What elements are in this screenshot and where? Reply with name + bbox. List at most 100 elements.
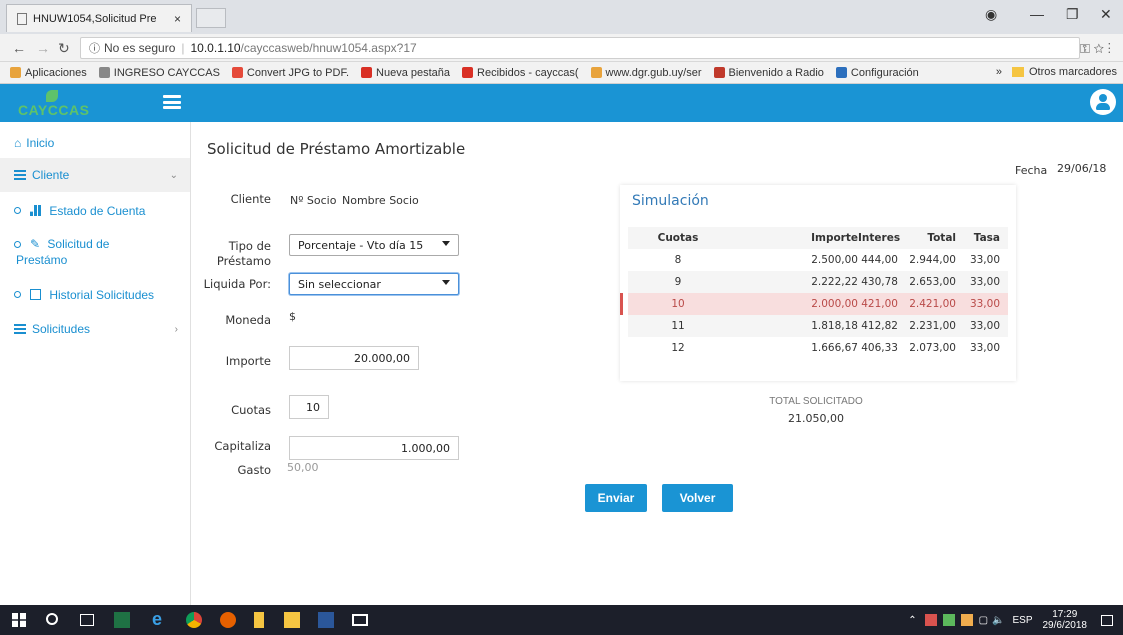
page-title: Solicitud de Préstamo Amortizable [207, 140, 466, 158]
browser-tab[interactable]: HNUW1054,Solicitud Pre × [6, 4, 192, 32]
simulation-title: Simulación [632, 193, 709, 209]
cell-cuotas: 8 [674, 254, 682, 266]
restore-icon[interactable]: ❐ [1066, 6, 1079, 23]
file-explorer-icon[interactable] [284, 612, 300, 628]
word-icon[interactable] [318, 612, 334, 628]
bookmark-item[interactable]: Convert JPG to PDF. [231, 67, 349, 79]
bookmarks-overflow-icon[interactable]: » [996, 66, 1002, 78]
bookmark-item[interactable]: Configuración [835, 67, 919, 79]
chevron-up-icon[interactable]: ⌃ [908, 615, 916, 626]
cell-tasa: 33,00 [969, 298, 1000, 310]
system-clock[interactable]: 17:29 29/6/2018 [1043, 609, 1088, 631]
liquida-select[interactable]: Sin seleccionar [289, 273, 459, 295]
mail-icon[interactable] [352, 614, 368, 626]
info-icon[interactable]: ⓘ [89, 40, 100, 56]
sidebar-item-cliente[interactable]: Cliente ⌄ [0, 158, 190, 192]
socio-numero: Nº Socio [290, 194, 337, 207]
chrome-icon[interactable] [186, 612, 202, 628]
tray-app-icon-3[interactable] [960, 614, 973, 626]
fecha-label: Fecha [1015, 164, 1048, 177]
col-header-cuotas: Cuotas [657, 232, 699, 244]
network-icon[interactable]: ▢ [979, 615, 988, 626]
tipo-prestamo-select[interactable]: Porcentaje - Vto día 15 [289, 234, 459, 256]
system-tray: ⌃ ▢ 🔈 ESP 17:29 29/6/2018 [908, 605, 1123, 635]
importe-input[interactable]: 20.000,00 [289, 346, 419, 370]
cell-importe: 2.222,22 [811, 276, 858, 288]
sidebar-item-solicitud-prestamo[interactable]: ✎ Solicitud de Prestámo [0, 236, 190, 272]
sidebar-item-estado-cuenta[interactable]: Estado de Cuenta [0, 204, 190, 224]
cell-tasa: 33,00 [969, 276, 1000, 288]
bookmark-item[interactable]: Bienvenido a Radio [713, 67, 824, 79]
tray-app-icon[interactable] [924, 614, 937, 626]
volume-icon[interactable]: 🔈 [992, 615, 1004, 626]
logo-leaf-icon [46, 90, 58, 102]
sidebar-item-label: Historial Solicitudes [49, 288, 155, 302]
bookmark-star-icon[interactable]: ⚿ ☆ ⋮ [1080, 41, 1111, 57]
table-row[interactable]: 8 2.500,00 444,00 2.944,00 33,00 [628, 249, 1008, 271]
folder-icon [1011, 67, 1024, 77]
forward-icon[interactable]: → [36, 40, 50, 56]
new-tab-button[interactable] [196, 8, 226, 28]
user-avatar-icon[interactable] [1090, 89, 1116, 115]
select-value: Sin seleccionar [298, 278, 381, 291]
tray-app-icon-2[interactable] [942, 614, 955, 626]
sidebar-item-label: Solicitudes [32, 322, 91, 336]
total-solicitado-label: TOTAL SOLICITADO [769, 396, 863, 407]
bookmark-label: www.dgr.gub.uy/ser [605, 66, 702, 79]
table-row[interactable]: 11 1.818,18 412,82 2.231,00 33,00 [628, 315, 1008, 337]
bookmark-icon [10, 67, 21, 78]
table-row[interactable]: 9 2.222,22 430,78 2.653,00 33,00 [628, 271, 1008, 293]
sidebar-item-solicitudes[interactable]: Solicitudes › [0, 312, 190, 346]
tab-close-icon[interactable]: × [174, 12, 181, 26]
page-icon [17, 12, 27, 25]
table-row-selected[interactable]: 10 2.000,00 421,00 2.421,00 33,00 [620, 293, 1008, 315]
bookmark-label: INGRESO CAYCCAS [113, 66, 220, 79]
tipo-prestamo-label-2: Préstamo [216, 254, 271, 268]
reload-icon[interactable]: ↻ [58, 40, 70, 57]
edge-icon[interactable]: e [152, 609, 168, 629]
dropdown-arrow-icon [442, 241, 450, 246]
notifications-icon[interactable] [1101, 614, 1113, 626]
capitaliza-input[interactable]: 1.000,00 [289, 436, 459, 460]
sidebar-item-inicio[interactable]: ⌂ Inicio [0, 126, 190, 160]
sidebar-item-historial[interactable]: Historial Solicitudes [0, 288, 190, 308]
bookmark-item[interactable]: INGRESO CAYCCAS [98, 66, 220, 79]
task-view-icon[interactable] [80, 614, 94, 626]
profile-icon[interactable]: ◉ [985, 6, 997, 23]
col-header-importe: Importe [811, 232, 858, 244]
windows-start-icon[interactable] [12, 613, 26, 627]
cell-total: 2.421,00 [909, 298, 956, 310]
excel-icon[interactable] [114, 612, 130, 628]
moneda-label: Moneda [225, 313, 271, 327]
cell-importe: 1.818,18 [811, 320, 858, 332]
bookmark-item[interactable]: Recibidos - cayccas( [462, 67, 579, 79]
language-indicator[interactable]: ESP [1012, 615, 1032, 626]
cuotas-input[interactable]: 10 [289, 395, 329, 419]
other-bookmarks[interactable]: » Otros marcadores [996, 66, 1117, 78]
back-icon[interactable]: ← [12, 40, 26, 56]
windows-taskbar: e ⌃ ▢ 🔈 ESP 17:29 29/6/2018 [0, 605, 1123, 635]
document-icon [30, 289, 41, 300]
search-icon[interactable] [46, 613, 58, 625]
menu-toggle-icon[interactable] [163, 95, 181, 109]
cell-cuotas: 10 [671, 298, 685, 310]
notes-icon[interactable] [254, 612, 264, 628]
bookmark-item[interactable]: www.dgr.gub.uy/ser [590, 66, 702, 79]
table-row[interactable]: 12 1.666,67 406,33 2.073,00 33,00 [628, 337, 1008, 359]
url-path: /cayccasweb/hnuw1054.aspx?17 [240, 41, 417, 55]
minimize-icon[interactable]: — [1030, 6, 1044, 22]
url-field[interactable]: ⓘ No es seguro | 10.0.1.10/cayccasweb/hn… [80, 37, 1080, 59]
cell-interes: 406,33 [861, 342, 898, 354]
volver-button[interactable]: Volver [662, 484, 733, 512]
firefox-icon[interactable] [220, 612, 236, 628]
cell-tasa: 33,00 [969, 320, 1000, 332]
enviar-button[interactable]: Enviar [585, 484, 647, 512]
bookmark-label: Nueva pestaña [376, 66, 451, 79]
bookmark-item[interactable]: Aplicaciones [10, 67, 87, 79]
bookmark-item[interactable]: Nueva pestaña [361, 67, 450, 79]
cell-cuotas: 11 [671, 320, 685, 332]
close-window-icon[interactable]: ✕ [1100, 6, 1112, 23]
bookmark-icon [713, 67, 725, 78]
url-host: 10.0.1.10 [190, 41, 241, 55]
sidebar: ⌂ Inicio Cliente ⌄ Estado de Cuenta ✎ So… [0, 122, 191, 605]
